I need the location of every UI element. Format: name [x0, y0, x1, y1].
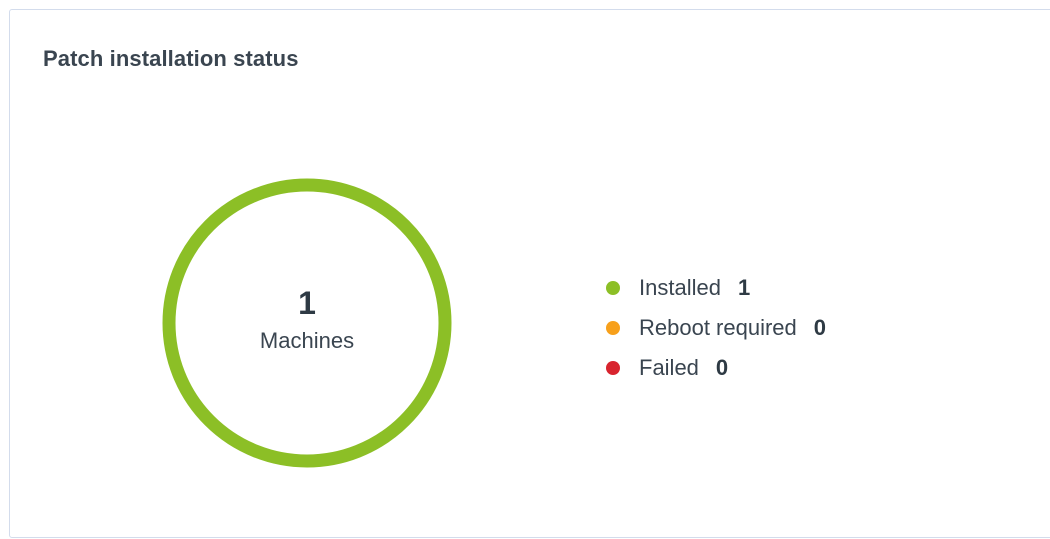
- legend-count-installed: 1: [737, 275, 751, 300]
- total-machines-label: Machines: [259, 328, 355, 353]
- legend-label-failed: Failed: [639, 355, 699, 380]
- legend-item-failed[interactable]: Failed 0: [606, 348, 826, 388]
- legend-count-failed: 0: [715, 355, 729, 380]
- patch-installation-status-widget: Patch installation status 1 Machines Ins…: [9, 9, 1050, 538]
- legend-item-reboot-required[interactable]: Reboot required 0: [606, 308, 826, 348]
- legend-label-installed: Installed: [639, 275, 721, 300]
- installed-dot-icon: [606, 281, 620, 295]
- legend-item-installed[interactable]: Installed 1: [606, 268, 826, 308]
- failed-dot-icon: [606, 361, 620, 375]
- chart-legend: Installed 1 Reboot required 0 Failed 0: [606, 268, 826, 388]
- legend-label-reboot-required: Reboot required: [639, 315, 797, 340]
- total-machines-count: 1: [298, 285, 316, 321]
- donut-center: 1 Machines: [162, 178, 452, 468]
- reboot-required-dot-icon: [606, 321, 620, 335]
- legend-count-reboot-required: 0: [813, 315, 827, 340]
- donut-chart[interactable]: 1 Machines: [162, 178, 452, 468]
- widget-title: Patch installation status: [43, 46, 299, 71]
